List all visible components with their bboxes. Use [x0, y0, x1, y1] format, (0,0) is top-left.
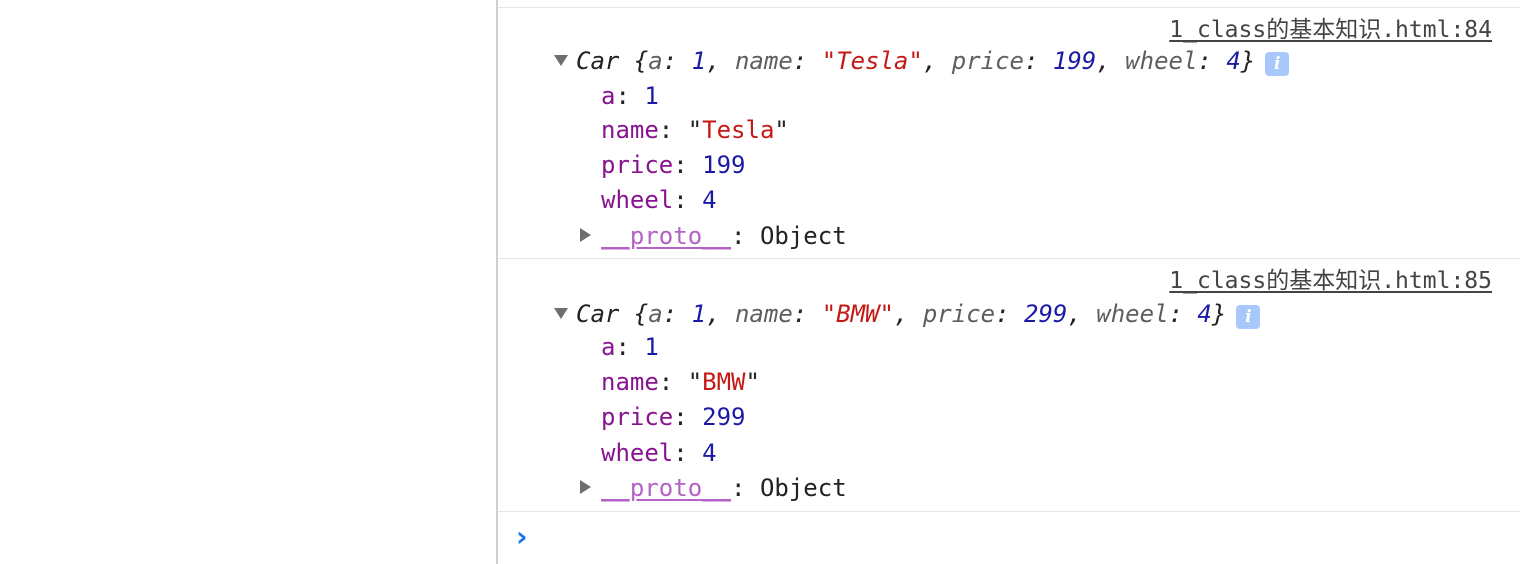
- string-value: Tesla: [702, 116, 775, 144]
- property-row: a: 1: [601, 82, 659, 110]
- property-row: name: "Tesla": [601, 116, 789, 144]
- property-row: price: 299: [601, 403, 746, 431]
- summary-a-value: 1: [691, 300, 707, 328]
- expand-triangle-icon[interactable]: [580, 480, 591, 494]
- expand-triangle-icon[interactable]: [554, 55, 568, 66]
- expand-triangle-icon[interactable]: [554, 308, 568, 319]
- string-value: BMW: [702, 368, 746, 396]
- summary-a-value: 1: [691, 47, 707, 75]
- expand-triangle-icon[interactable]: [580, 228, 591, 242]
- object-summary[interactable]: Car {a: 1, name: "Tesla", price: 199, wh…: [554, 46, 1290, 76]
- summary-name-value: "Tesla": [821, 47, 923, 75]
- proto-row[interactable]: __proto__: Object: [580, 473, 847, 503]
- property-row: name: "BMW": [601, 368, 760, 396]
- console-message: 1_class的基本知识.html:85 Car {a: 1, name: "B…: [498, 259, 1520, 511]
- summary-wheel-value: 4: [1226, 47, 1241, 75]
- info-icon[interactable]: i: [1236, 305, 1261, 329]
- property-row: wheel: 4: [601, 439, 717, 467]
- class-name: Car: [576, 300, 620, 328]
- info-icon[interactable]: i: [1265, 52, 1290, 76]
- summary-price-value: 199: [1052, 47, 1097, 75]
- property-row: a: 1: [601, 333, 659, 361]
- source-link[interactable]: 1_class的基本知识.html:85: [1169, 267, 1492, 295]
- source-link[interactable]: 1_class的基本知识.html:84: [1169, 16, 1492, 44]
- property-row: price: 199: [601, 151, 746, 179]
- summary-wheel-value: 4: [1197, 300, 1212, 328]
- devtools-console: 1_class的基本知识.html:84 Car {a: 1, name: "T…: [498, 0, 1520, 564]
- console-message: 1_class的基本知识.html:84 Car {a: 1, name: "T…: [498, 8, 1520, 258]
- console-prompt[interactable]: ›: [498, 512, 1520, 564]
- page-pane: [0, 0, 496, 564]
- property-row: wheel: 4: [601, 186, 717, 214]
- console-input[interactable]: [544, 520, 1508, 558]
- summary-name-value: "BMW": [821, 300, 894, 328]
- class-name: Car: [576, 47, 620, 75]
- summary-price-value: 299: [1024, 300, 1068, 328]
- object-summary[interactable]: Car {a: 1, name: "BMW", price: 299, whee…: [554, 299, 1261, 329]
- proto-row[interactable]: __proto__: Object: [580, 221, 847, 251]
- prompt-chevron-icon: ›: [516, 520, 528, 553]
